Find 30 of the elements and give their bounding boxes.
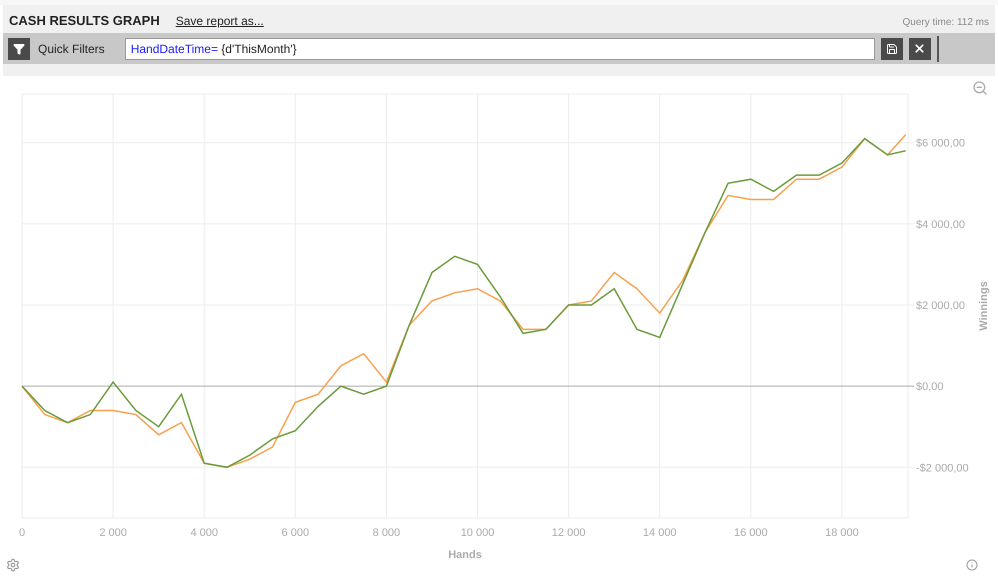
quick-filters-label: Quick Filters bbox=[38, 40, 105, 58]
info-icon[interactable] bbox=[966, 559, 978, 571]
save-button[interactable] bbox=[880, 38, 903, 60]
save-icon bbox=[886, 42, 898, 54]
filter-button[interactable] bbox=[8, 38, 30, 60]
x-tick-label: 16 000 bbox=[734, 527, 768, 539]
x-tick-label: 6 000 bbox=[282, 527, 310, 539]
x-axis-title: Hands bbox=[448, 549, 482, 561]
x-tick-label: 0 bbox=[18, 527, 26, 539]
x-tick-label: 4 000 bbox=[190, 527, 218, 539]
query-time: Query time: 112 ms bbox=[902, 16, 989, 30]
x-tick-label: 10 000 bbox=[460, 527, 494, 539]
filter-icon bbox=[13, 42, 25, 54]
x-tick-label: 2 000 bbox=[99, 527, 127, 539]
x-tick-label: 12 000 bbox=[552, 527, 586, 539]
save-report-link[interactable]: Save report as... bbox=[176, 12, 264, 30]
x-tick-label: 8 000 bbox=[372, 527, 400, 539]
x-tick-label: 18 000 bbox=[825, 527, 859, 539]
y-axis-title: Winnings bbox=[978, 281, 990, 331]
y-tick-label: $0,00 bbox=[916, 381, 944, 394]
y-tick-label: $2 000,00 bbox=[916, 300, 965, 312]
report-title: CASH RESULTS GRAPH bbox=[9, 12, 160, 30]
y-tick-label: -$2 000,00 bbox=[916, 462, 969, 474]
y-tick-label: $4 000,00 bbox=[916, 218, 965, 231]
close-icon bbox=[913, 42, 926, 55]
settings-icon[interactable] bbox=[6, 558, 20, 572]
filter-field[interactable]: HandDateTime= {d'ThisMonth'} bbox=[124, 38, 875, 60]
x-tick-label: 14 000 bbox=[642, 527, 677, 539]
clear-button[interactable] bbox=[908, 38, 931, 60]
y-tick-label: $6 000,00 bbox=[916, 138, 965, 150]
